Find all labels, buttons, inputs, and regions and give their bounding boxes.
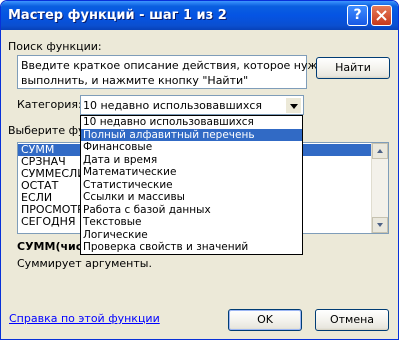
find-button-label: Найти xyxy=(335,61,371,74)
window-title: Мастер функций - шаг 1 из 2 xyxy=(8,8,227,23)
category-option[interactable]: Полный алфавитный перечень xyxy=(81,128,302,141)
category-option[interactable]: Работа с базой данных xyxy=(81,204,302,217)
category-option[interactable]: Текстовые xyxy=(81,216,302,229)
help-glyph: ? xyxy=(353,7,362,23)
category-option-list: 10 недавно использовавшихся Полный алфави… xyxy=(81,116,302,254)
title-bar[interactable]: Мастер функций - шаг 1 из 2 ? xyxy=(1,1,398,30)
category-select[interactable]: 10 недавно использовавшихся xyxy=(80,95,304,115)
category-option[interactable]: 10 недавно использовавшихся xyxy=(81,116,302,129)
category-option[interactable]: Финансовые xyxy=(81,141,302,154)
category-option[interactable]: Математические xyxy=(81,166,302,179)
function-description: Суммирует аргументы. xyxy=(17,257,152,270)
ok-button-label: OK xyxy=(257,313,273,326)
scroll-up-icon[interactable] xyxy=(372,143,388,159)
search-text-line2: выполнить, и нажмите кнопку "Найти" xyxy=(21,74,249,87)
category-option[interactable]: Логические xyxy=(81,229,302,242)
ok-button[interactable]: OK xyxy=(228,309,302,331)
category-dropdown-list[interactable]: 10 недавно использовавшихся Полный алфави… xyxy=(80,115,303,255)
find-button[interactable]: Найти xyxy=(316,57,390,79)
cancel-button-label: Отмена xyxy=(329,313,375,326)
category-option[interactable]: Дата и время xyxy=(81,154,302,167)
search-input[interactable]: Введите краткое описание действия, котор… xyxy=(17,55,331,89)
function-list-scrollbar[interactable] xyxy=(371,143,388,233)
dropdown-arrow-icon[interactable] xyxy=(285,97,302,114)
category-option[interactable]: Статистические xyxy=(81,179,302,192)
function-signature: СУММ(чис xyxy=(17,240,83,253)
search-label: Поиск функции: xyxy=(8,40,102,53)
close-icon[interactable] xyxy=(371,5,392,26)
category-value: 10 недавно использовавшихся xyxy=(83,99,263,112)
scroll-down-icon[interactable] xyxy=(372,217,388,233)
help-icon[interactable]: ? xyxy=(347,5,368,26)
category-label: Категория: xyxy=(17,98,82,111)
cancel-button[interactable]: Отмена xyxy=(315,309,389,331)
help-link[interactable]: Справка по этой функции xyxy=(9,312,160,325)
search-text-line1: Введите краткое описание действия, котор… xyxy=(21,59,332,72)
category-option[interactable]: Проверка свойств и значений xyxy=(81,241,302,254)
function-wizard-dialog: Мастер функций - шаг 1 из 2 ? Поиск функ… xyxy=(0,0,399,340)
category-option[interactable]: Ссылки и массивы xyxy=(81,191,302,204)
